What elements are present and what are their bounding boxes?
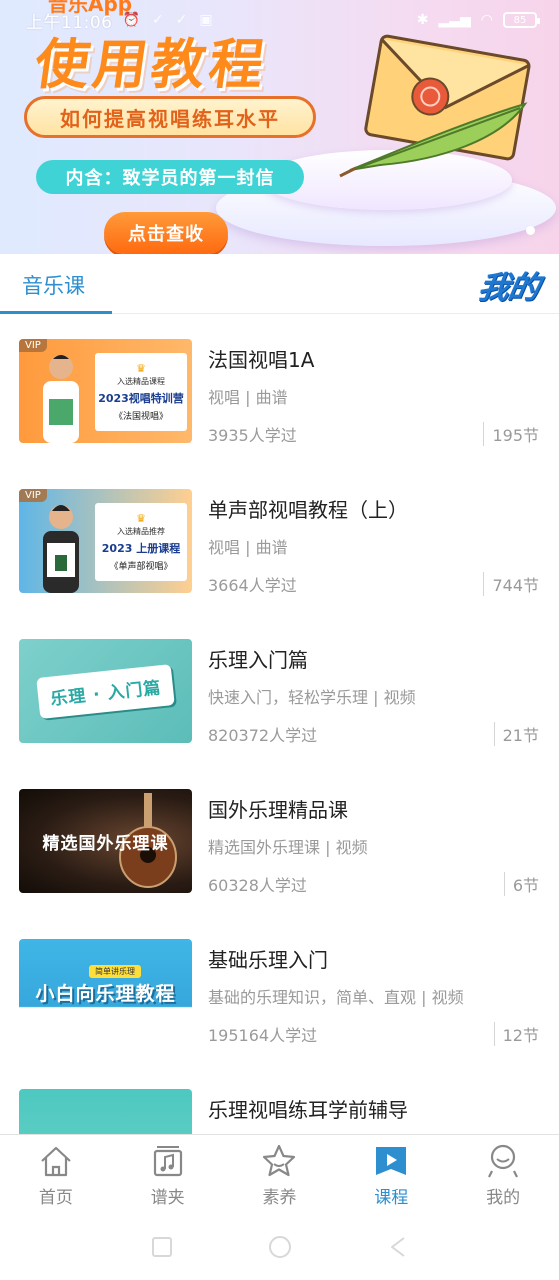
cover-line-3: 《法国视唱》 (113, 411, 168, 422)
course-cover-card: ♛ 入选精品课程 2023视唱特训营 《法国视唱》 (95, 353, 187, 431)
nav-music-folder[interactable]: 谱夹 (112, 1135, 224, 1214)
course-title: 基础乐理入门 (208, 948, 328, 972)
course-tags: 基础的乐理知识，简单、直观 | 视频 (208, 988, 464, 1007)
course-cover-card: ♛ 入选精品推荐 2023 上册课程 《单声部视唱》 (95, 503, 187, 581)
course-play-icon (376, 1147, 407, 1175)
banner-contains-label: 内含：致学员的第一封信 (36, 160, 304, 194)
cover-caption-text: 乐理 · 入门篇 (36, 663, 175, 719)
vip-badge: VIP (19, 489, 47, 502)
course-item[interactable]: 精选国外乐理课 国外乐理精品课 精选国外乐理课 | 视频 60328人学过 6节 (0, 764, 559, 914)
course-item[interactable]: 乐理 · 入门篇 乐理入门篇 快速入门，轻松学乐理 | 视频 820372人学过… (0, 614, 559, 764)
course-item[interactable]: VIP ♛ 入选精品课程 2023视唱特训营 《法国视唱》 法国视唱1A 视唱 … (0, 314, 559, 464)
cover-line-3: 《单声部视唱》 (109, 561, 173, 572)
course-cover-caption: 精选国外乐理课 (42, 833, 169, 854)
course-lessons: 21节 (493, 722, 539, 746)
course-learners: 60328人学过 (208, 876, 307, 895)
profile-icon (488, 1144, 519, 1178)
status-right-icons: ✱ ▂▃▅ ◠ 85 (416, 12, 540, 28)
teacher-photo (43, 355, 79, 443)
course-thumbnail: 乐理 · 入门篇 (19, 639, 192, 743)
course-lessons: 12节 (493, 1022, 539, 1046)
course-title: 法国视唱1A (208, 348, 315, 372)
vip-badge: VIP (19, 339, 47, 352)
course-tags: 视唱 | 曲谱 (208, 538, 288, 557)
course-item[interactable]: 简单讲乐理 小白向乐理教程 基础乐理入门 基础的乐理知识，简单、直观 | 视频 … (0, 914, 559, 1064)
tab-mine[interactable]: 我的 (475, 262, 543, 307)
nav-profile[interactable]: 我的 (447, 1135, 559, 1214)
course-item[interactable]: 乐理视唱练耳学前辅导 (0, 1064, 559, 1134)
teacher-photo (43, 505, 79, 593)
nav-label: 课程 (374, 1188, 409, 1208)
bluetooth-icon: ✱ (416, 12, 429, 28)
nav-label: 首页 (38, 1188, 73, 1208)
course-title: 乐理视唱练耳学前辅导 (208, 1098, 408, 1122)
course-thumbnail (19, 1089, 192, 1134)
star-icon (263, 1144, 296, 1177)
system-nav-bar (0, 1214, 559, 1280)
course-thumbnail: VIP ♛ 入选精品推荐 2023 上册课程 《单声部视唱》 (19, 489, 192, 593)
nav-literacy[interactable]: 素养 (224, 1135, 336, 1214)
course-learners: 3664人学过 (208, 576, 297, 595)
course-learners: 3935人学过 (208, 426, 297, 445)
course-cover-caption: 乐理 · 入门篇 (19, 639, 192, 743)
course-list: VIP ♛ 入选精品课程 2023视唱特训营 《法国视唱》 法国视唱1A 视唱 … (0, 314, 559, 1134)
top-tabs: 音乐课 我的 (0, 254, 559, 314)
course-lessons: 195节 (483, 422, 539, 446)
course-title: 乐理入门篇 (208, 648, 308, 672)
course-lessons: 744节 (483, 572, 539, 596)
cover-line-1: 入选精品课程 (117, 376, 165, 386)
course-thumbnail: 简单讲乐理 小白向乐理教程 (19, 939, 192, 1043)
banner-title: 使用教程 (30, 33, 272, 96)
nav-label: 谱夹 (150, 1188, 185, 1208)
music-folder-icon (153, 1146, 182, 1177)
nav-label: 我的 (486, 1188, 521, 1208)
promo-banner[interactable]: 上午11:06 ⏰ ✓ ✓ ▣ ✱ ▂▃▅ ◠ 85 音乐App 使用教程 如何… (0, 0, 559, 254)
course-lessons: 6节 (503, 872, 539, 896)
battery-icon: 85 (503, 12, 540, 28)
banner-subtitle: 如何提高视唱练耳水平 (24, 96, 316, 138)
course-learners: 820372人学过 (208, 726, 318, 745)
cloud-decoration (19, 1017, 192, 1043)
nav-course[interactable]: 课程 (335, 1135, 447, 1214)
course-tags: 精选国外乐理课 | 视频 (208, 838, 368, 857)
tab-music-course[interactable]: 音乐课 (22, 270, 85, 300)
back-icon[interactable] (384, 1233, 412, 1261)
course-tags: 视唱 | 曲谱 (208, 388, 288, 407)
cover-line-2: 2023 上册课程 (101, 541, 181, 555)
wifi-icon: ◠ (480, 12, 493, 28)
course-item[interactable]: VIP ♛ 入选精品推荐 2023 上册课程 《单声部视唱》 单声部视唱教程（上… (0, 464, 559, 614)
banner-cta-button[interactable]: 点击查收 (104, 212, 228, 254)
crown-icon: ♛ (136, 511, 146, 525)
banner-page-indicator (526, 226, 535, 235)
recent-apps-icon[interactable] (148, 1233, 176, 1261)
nav-home[interactable]: 首页 (0, 1135, 112, 1214)
course-learners: 195164人学过 (208, 1026, 318, 1045)
course-title: 单声部视唱教程（上） (208, 498, 408, 522)
banner-app-name: 音乐App (48, 0, 133, 16)
cover-line-2: 2023视唱特训营 (98, 391, 184, 405)
home-icon (41, 1146, 71, 1177)
course-thumbnail: 精选国外乐理课 (19, 789, 192, 893)
course-tags: 快速入门，轻松学乐理 | 视频 (208, 688, 416, 707)
course-title: 国外乐理精品课 (208, 798, 348, 822)
bottom-nav: 首页 谱夹 素养 课程 我的 (0, 1134, 559, 1214)
course-thumbnail: VIP ♛ 入选精品课程 2023视唱特训营 《法国视唱》 (19, 339, 192, 443)
home-button-icon[interactable] (266, 1233, 294, 1261)
signal-icon: ▂▃▅ (438, 12, 471, 28)
cover-line-1: 入选精品推荐 (117, 526, 165, 536)
nav-label: 素养 (262, 1188, 297, 1208)
crown-icon: ♛ (136, 361, 146, 375)
